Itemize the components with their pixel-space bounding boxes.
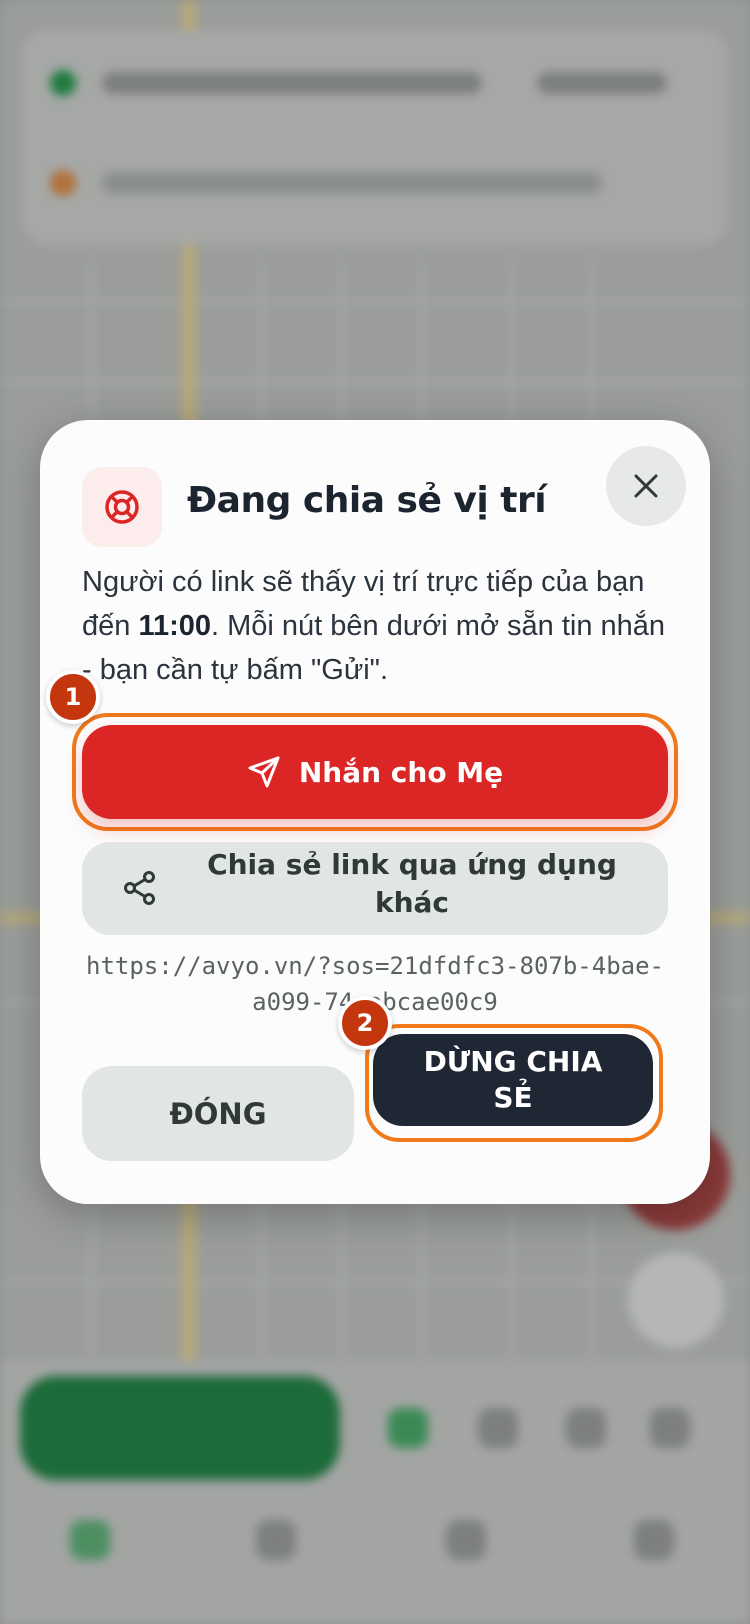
message-mom-button[interactable]: Nhắn cho Mẹ bbox=[82, 725, 668, 819]
share-link-other-app-button[interactable]: Chia sẻ link qua ứng dụng khác bbox=[82, 842, 668, 935]
modal-title: Đang chia sẻ vị trí bbox=[187, 480, 547, 521]
modal-description: Người có link sẽ thấy vị trí trực tiếp c… bbox=[82, 566, 666, 686]
share-location-modal: Đang chia sẻ vị trí Người có link sẽ thấ… bbox=[40, 420, 710, 1204]
share-end-time: 11:00 bbox=[138, 610, 212, 642]
stop-sharing-button[interactable]: DỪNG CHIA SẺ bbox=[373, 1034, 653, 1126]
close-button[interactable] bbox=[606, 446, 686, 526]
step-badge-2: 2 bbox=[338, 996, 392, 1050]
share-icon bbox=[124, 871, 155, 905]
share-link-label: Chia sẻ link qua ứng dụng khác bbox=[207, 848, 617, 919]
close-modal-button[interactable]: ĐÓNG bbox=[82, 1066, 354, 1161]
close-icon bbox=[634, 474, 658, 498]
step-badge-1: 1 bbox=[46, 670, 100, 724]
message-mom-label: Nhắn cho Mẹ bbox=[298, 755, 504, 789]
lifebuoy-icon bbox=[82, 467, 162, 547]
send-icon bbox=[248, 756, 280, 788]
